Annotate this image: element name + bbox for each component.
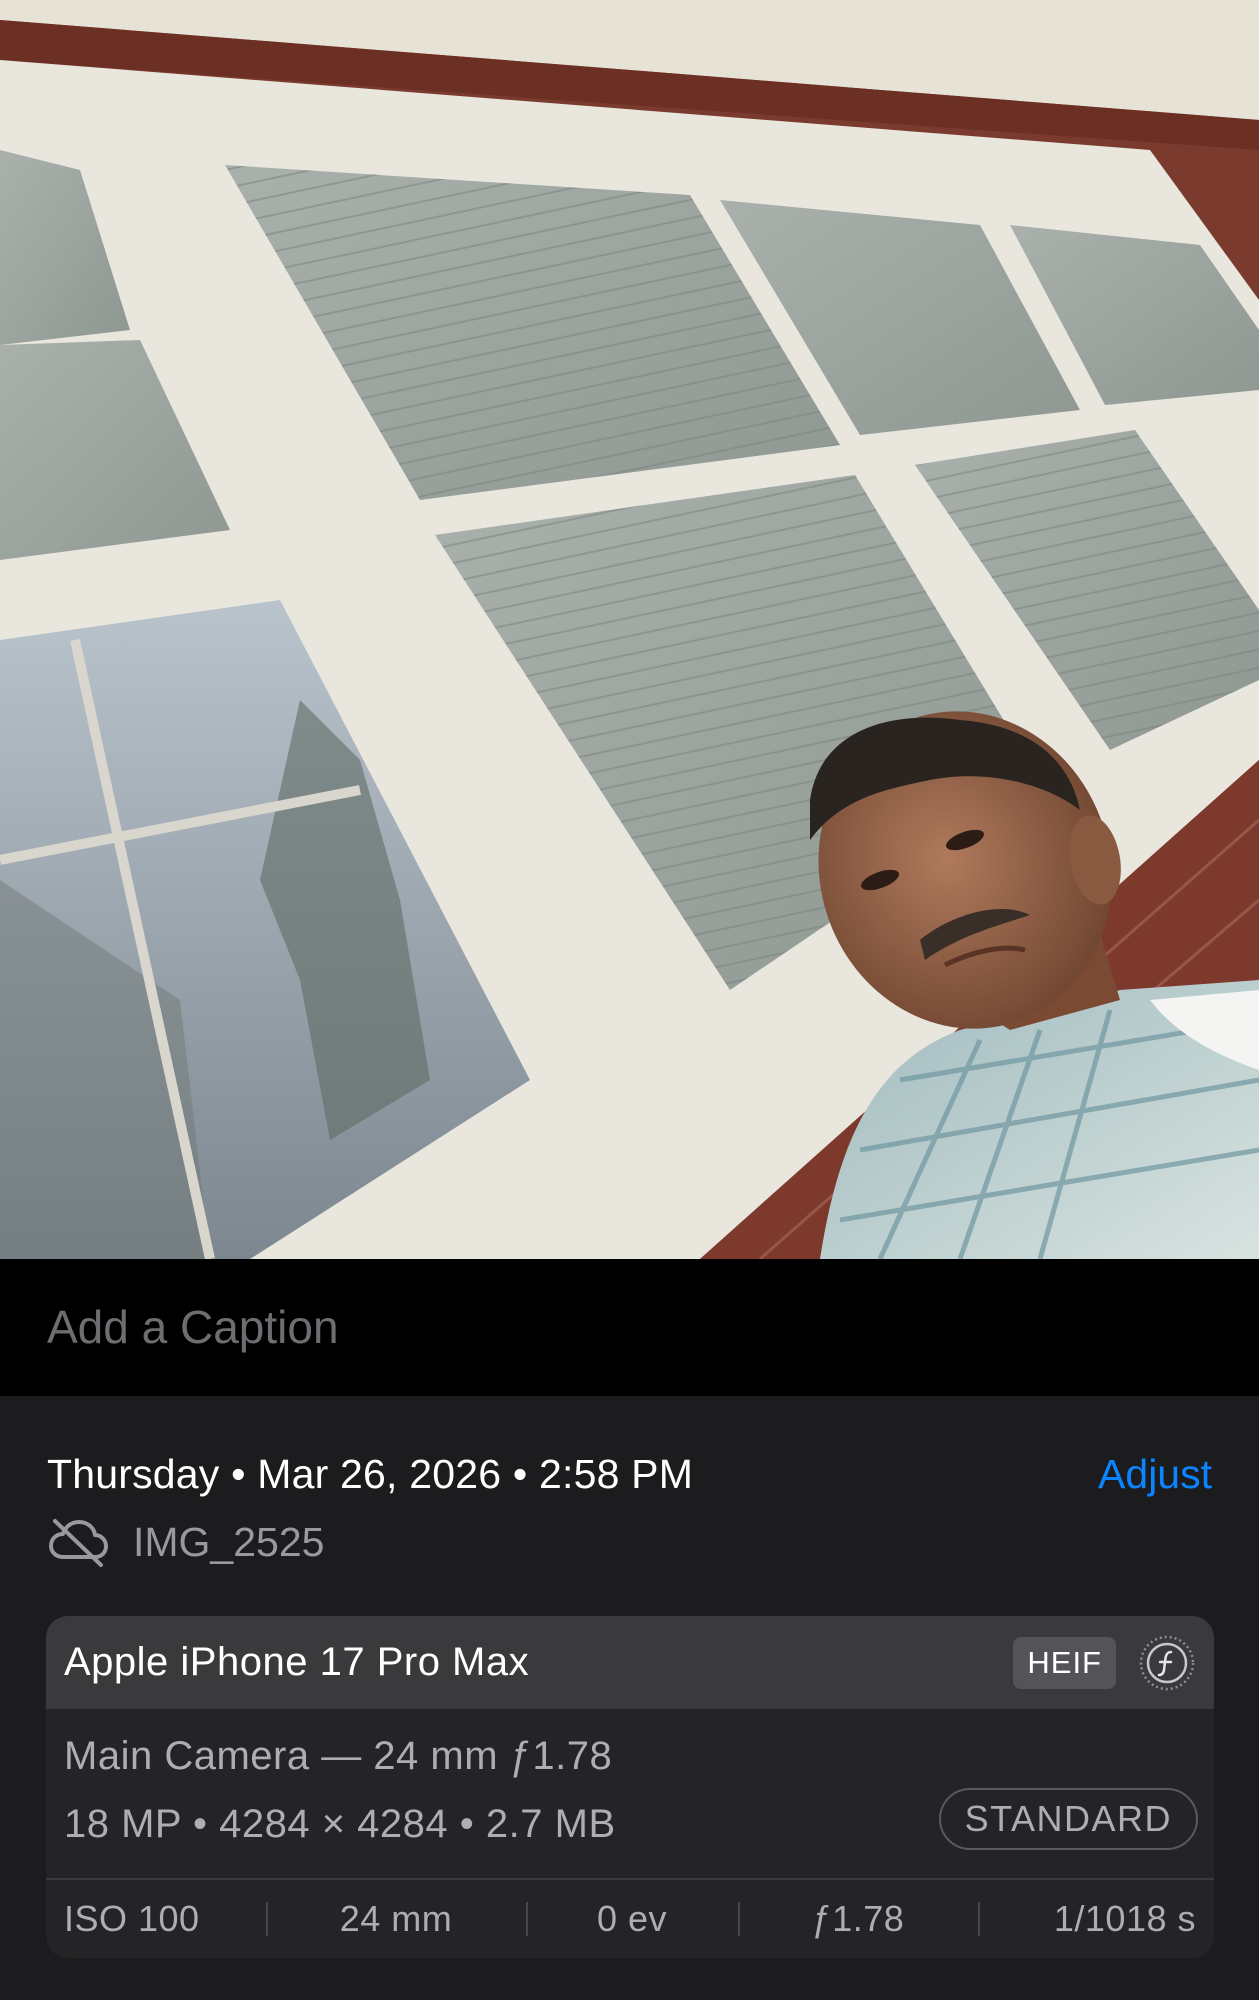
cloud-slash-icon (47, 1517, 109, 1567)
exif-focal-length: 24 mm (266, 1898, 526, 1940)
exif-aperture: ƒ1.78 (738, 1898, 978, 1940)
photo-image (0, 0, 1259, 1259)
photo-info-screen: Thursday • Mar 26, 2026 • 2:58 PM Adjust… (0, 0, 1259, 2000)
photo-preview[interactable] (0, 0, 1259, 1259)
caption-input[interactable] (47, 1299, 1207, 1355)
file-row: IMG_2525 (47, 1514, 324, 1570)
photographic-style-icon[interactable] (1138, 1634, 1196, 1692)
date-row: Thursday • Mar 26, 2026 • 2:58 PM Adjust (47, 1446, 1212, 1502)
lens-info: Main Camera — 24 mm ƒ1.78 (64, 1734, 613, 1778)
exif-row: ISO 100 24 mm 0 ev ƒ1.78 1/1018 s (46, 1878, 1214, 1958)
info-panel: Thursday • Mar 26, 2026 • 2:58 PM Adjust… (0, 1396, 1259, 2000)
camera-card-header: Apple iPhone 17 Pro Max HEIF (46, 1616, 1214, 1709)
image-specs: 18 MP • 4284 × 4284 • 2.7 MB (64, 1802, 616, 1846)
caption-bar (0, 1259, 1259, 1396)
adjust-button[interactable]: Adjust (1098, 1451, 1212, 1498)
camera-info-card: Apple iPhone 17 Pro Max HEIF Main Camera… (46, 1616, 1214, 1958)
camera-mode-badge: STANDARD (938, 1788, 1198, 1850)
capture-date: Thursday • Mar 26, 2026 • 2:58 PM (47, 1450, 694, 1497)
exif-exposure-value: 0 ev (526, 1898, 738, 1940)
format-badge: HEIF (1013, 1636, 1116, 1689)
exif-iso: ISO 100 (64, 1898, 200, 1939)
exif-shutter-speed: 1/1018 s (978, 1898, 1214, 1940)
file-name: IMG_2525 (133, 1518, 325, 1565)
device-name: Apple iPhone 17 Pro Max (64, 1640, 530, 1684)
